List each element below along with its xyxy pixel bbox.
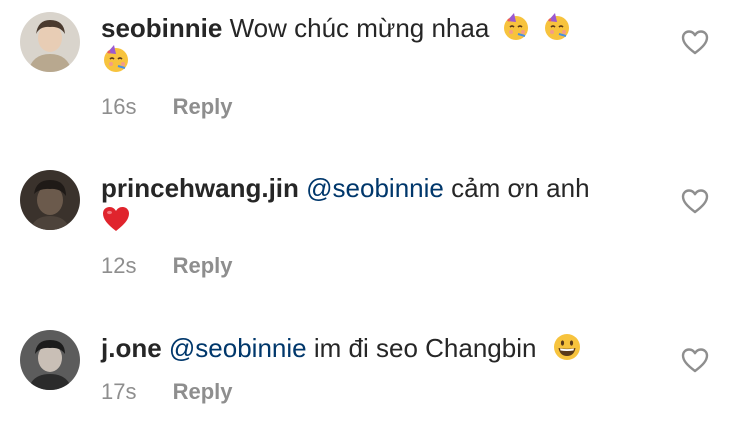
partying-face-emoji	[503, 13, 528, 40]
heart-outline-icon[interactable]	[681, 188, 709, 214]
heart-outline-icon[interactable]	[681, 347, 709, 373]
comment-meta: 12s Reply	[101, 253, 233, 279]
comment-timestamp: 16s	[101, 94, 137, 119]
reply-button[interactable]: Reply	[173, 253, 233, 278]
partying-face-emoji	[104, 45, 128, 72]
red-heart-emoji	[103, 207, 129, 231]
mention-link[interactable]: @seobinnie	[306, 173, 444, 203]
avatar[interactable]	[20, 12, 80, 72]
comment-username[interactable]: seobinnie	[101, 13, 222, 43]
avatar[interactable]	[20, 170, 80, 230]
comment-meta: 17s Reply	[101, 379, 233, 405]
grinning-face-emoji	[553, 334, 580, 360]
comment-item: j.one @seobinnie im đi seo Changbin 17s …	[0, 290, 750, 426]
heart-outline-icon[interactable]	[681, 29, 709, 55]
comment-username[interactable]: princehwang.jin	[101, 173, 299, 203]
comment-body: princehwang.jin @seobinnie cảm ơn anh	[101, 172, 631, 236]
comment-item: seobinnie Wow chúc mừng nhaa 16s Reply	[0, 0, 750, 140]
partying-face-emoji	[544, 13, 569, 40]
comment-timestamp: 12s	[101, 253, 137, 278]
mention-link[interactable]: @seobinnie	[169, 333, 307, 363]
comment-item: princehwang.jin @seobinnie cảm ơn anh 12…	[0, 140, 750, 290]
comment-text: Wow chúc mừng nhaa	[229, 13, 490, 43]
avatar[interactable]	[20, 330, 80, 390]
comment-body: seobinnie Wow chúc mừng nhaa	[101, 12, 631, 76]
comment-text: cảm ơn anh	[451, 173, 590, 203]
reply-button[interactable]: Reply	[173, 379, 233, 404]
comment-timestamp: 17s	[101, 379, 137, 404]
reply-button[interactable]: Reply	[173, 94, 233, 119]
comment-text: im đi seo Changbin	[313, 333, 537, 363]
comment-username[interactable]: j.one	[101, 333, 162, 363]
comment-body: j.one @seobinnie im đi seo Changbin	[101, 332, 631, 364]
comment-meta: 16s Reply	[101, 94, 233, 120]
